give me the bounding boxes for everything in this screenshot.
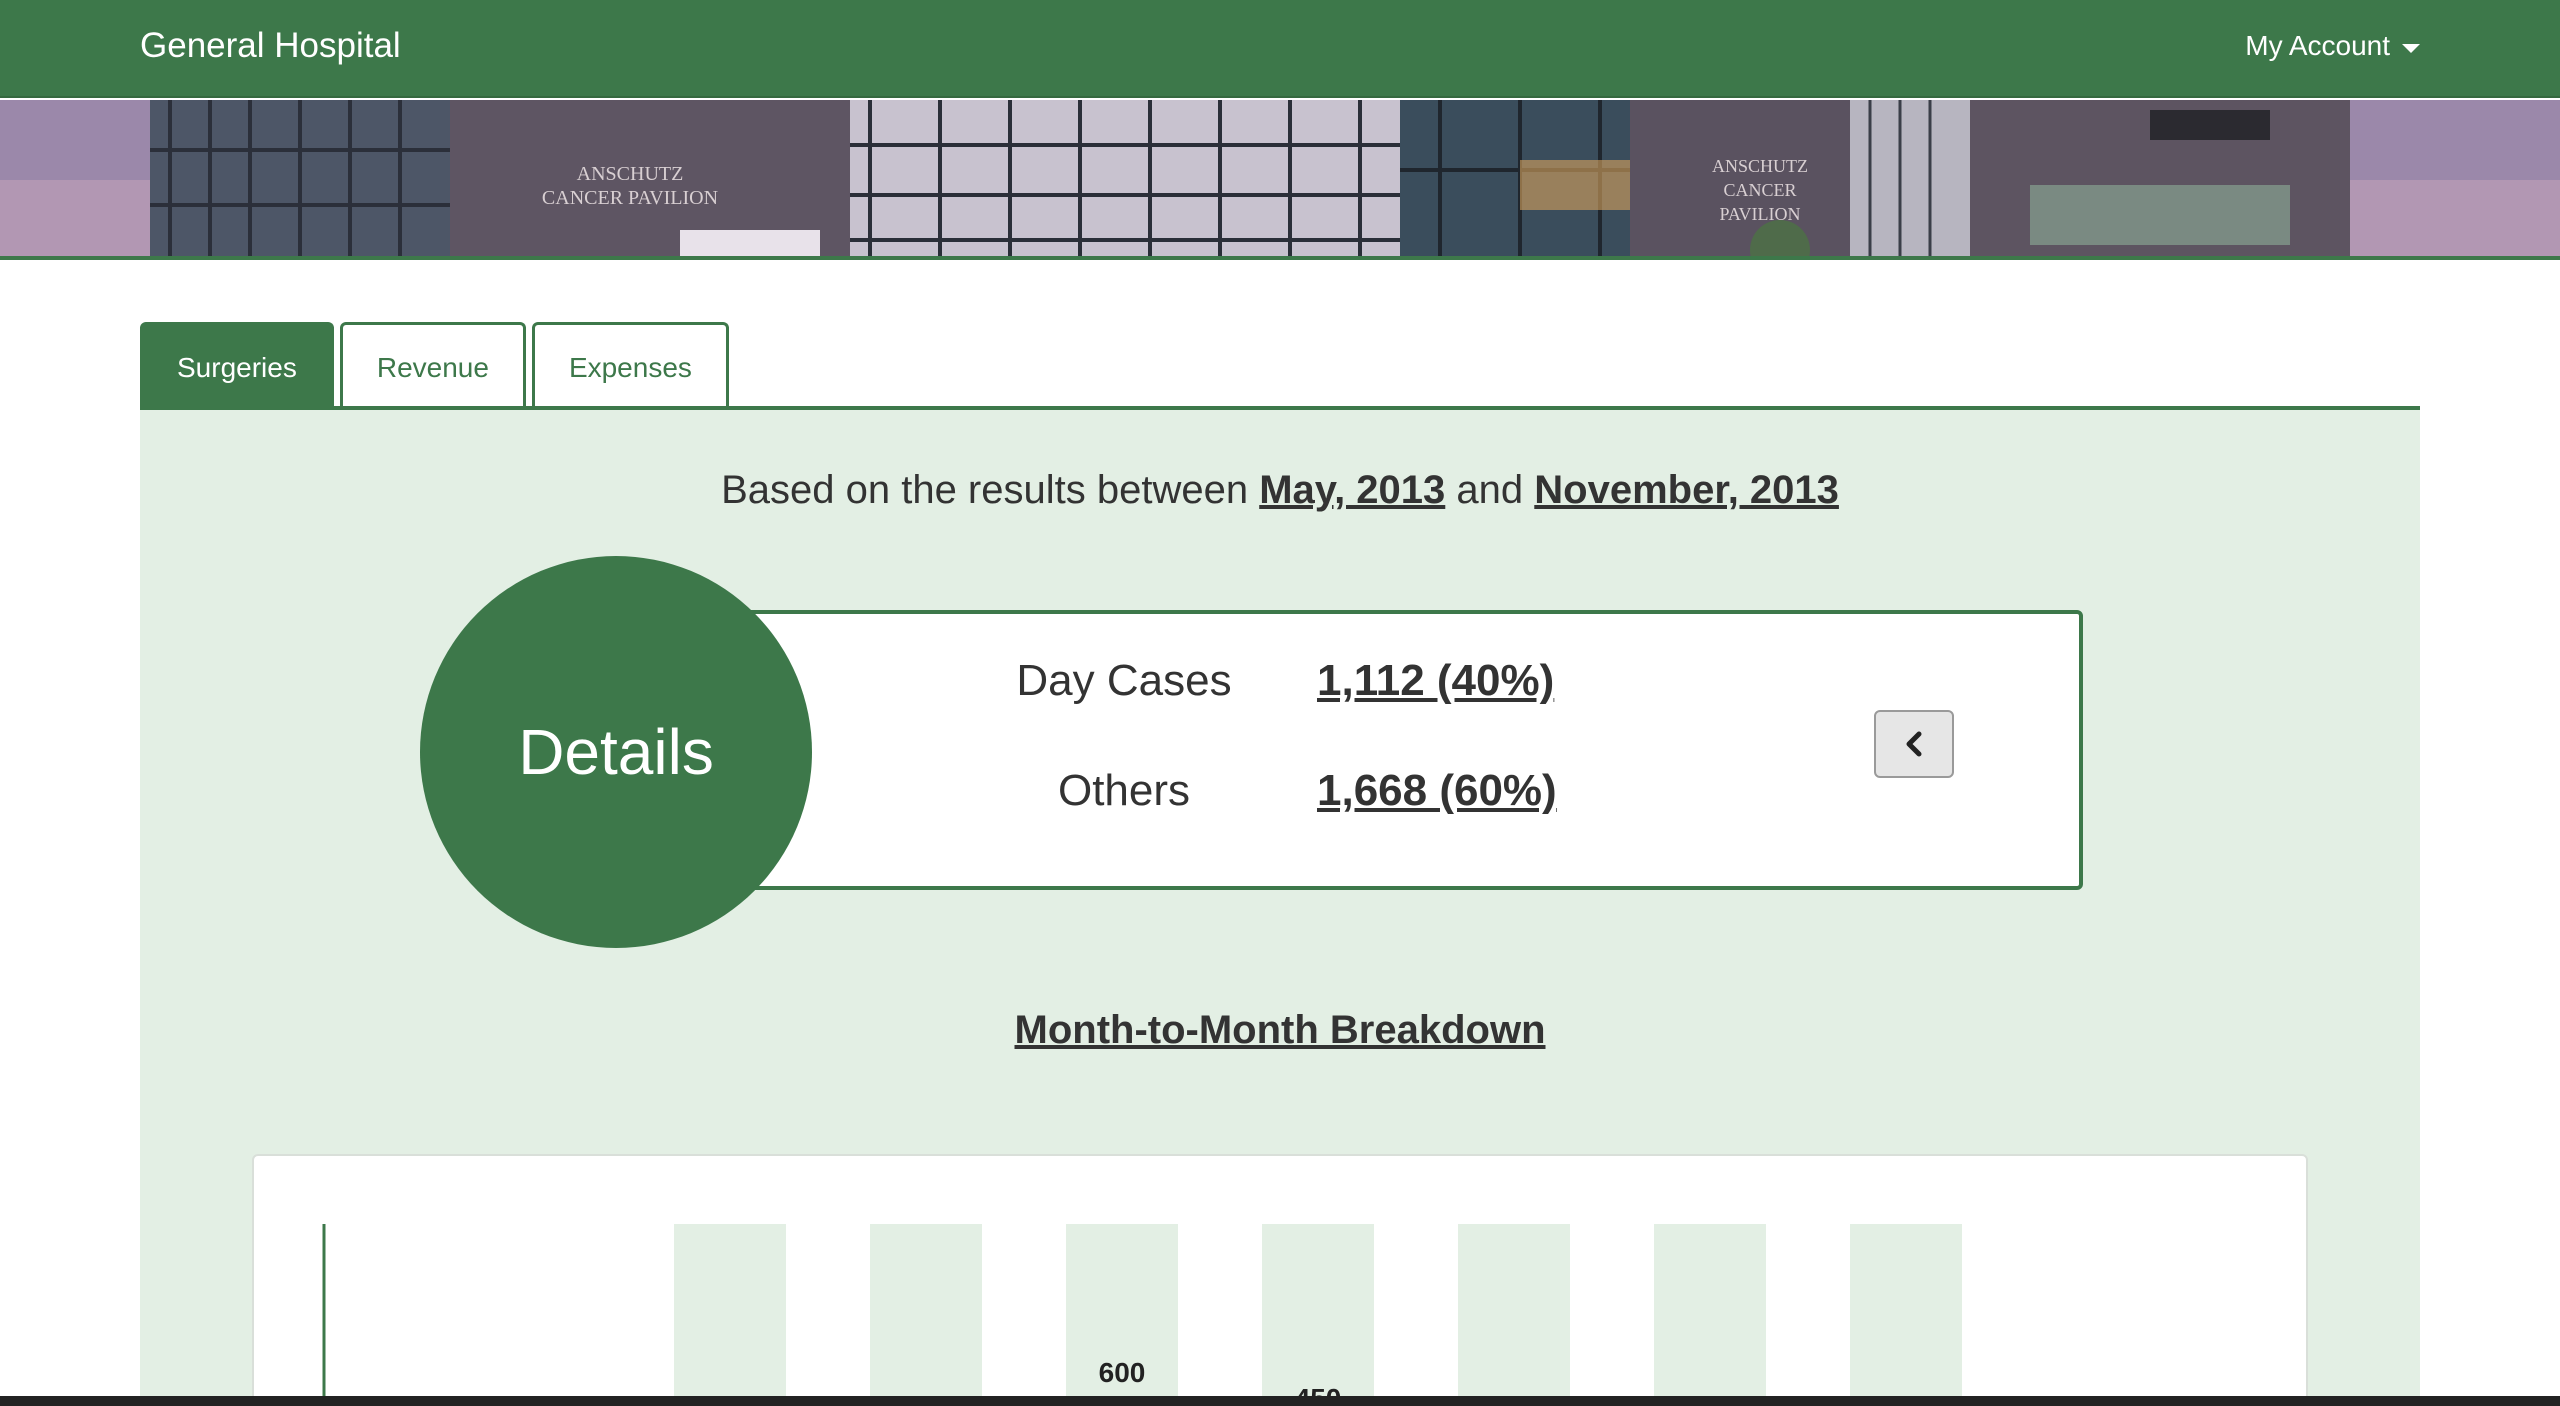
- tab-revenue[interactable]: Revenue: [339, 322, 526, 410]
- banner-building-illustration: ANSCHUTZ CANCER PAVILION ANSCHUTZ CANCER…: [0, 100, 2560, 256]
- caret-down-icon: [2402, 43, 2420, 53]
- end-date-link[interactable]: November, 2013: [1534, 468, 1839, 512]
- chart-bar-track: [870, 1224, 982, 1406]
- chart-bar-value-label: 600: [1099, 1357, 1146, 1388]
- chevron-left-icon: [1906, 731, 1922, 757]
- others-label: Others: [1057, 766, 1191, 815]
- my-account-label: My Account: [2245, 30, 2390, 61]
- start-date-link[interactable]: May, 2013: [1259, 468, 1445, 512]
- banner-sign-2: ANSCHUTZ: [1712, 156, 1808, 176]
- day-cases-label: Day Cases: [1016, 656, 1232, 705]
- collapse-details-button[interactable]: [1874, 710, 1954, 778]
- svg-text:PAVILION: PAVILION: [1719, 204, 1800, 224]
- report-tabs: Surgeries Revenue Expenses: [140, 322, 729, 410]
- banner-sign-1: ANSCHUTZ: [577, 163, 684, 185]
- day-cases-value[interactable]: 1,112 (40%): [1317, 656, 1554, 706]
- svg-text:CANCER PAVILION: CANCER PAVILION: [542, 187, 718, 209]
- monthly-chart-container: 600 450: [252, 1154, 2308, 1406]
- details-card: Day Cases 1,112 (40%) Others 1,668 (60%): [725, 610, 2083, 890]
- tab-surgeries[interactable]: Surgeries: [140, 322, 334, 410]
- brand-link[interactable]: General Hospital: [140, 26, 401, 66]
- tab-expenses[interactable]: Expenses: [531, 322, 729, 410]
- monthly-bar-chart: 600450: [322, 1224, 1962, 1406]
- top-navbar: General Hospital My Account: [0, 0, 2560, 98]
- month-to-month-breakdown-link[interactable]: Month-to-Month Breakdown: [140, 1008, 2420, 1053]
- chart-bar-track: [1850, 1224, 1962, 1406]
- details-circle-badge: Details: [420, 556, 812, 948]
- chart-bar-track: [1262, 1224, 1374, 1406]
- chart-bar-track: [1458, 1224, 1570, 1406]
- summary-prefix: Based on the results between: [721, 468, 1249, 512]
- svg-text:CANCER: CANCER: [1723, 180, 1796, 200]
- my-account-dropdown[interactable]: My Account: [2245, 30, 2420, 62]
- chart-bar-track: [1654, 1224, 1766, 1406]
- chart-bar-track: [674, 1224, 786, 1406]
- summary-conjunction: and: [1456, 468, 1524, 512]
- date-range-summary: Based on the results between May, 2013 a…: [140, 468, 2420, 513]
- hospital-banner-image: ANSCHUTZ CANCER PAVILION ANSCHUTZ CANCER…: [0, 100, 2560, 260]
- surgeries-panel: Based on the results between May, 2013 a…: [140, 410, 2420, 1406]
- window-bottom-edge: [0, 1396, 2560, 1406]
- others-value[interactable]: 1,668 (60%): [1317, 766, 1557, 816]
